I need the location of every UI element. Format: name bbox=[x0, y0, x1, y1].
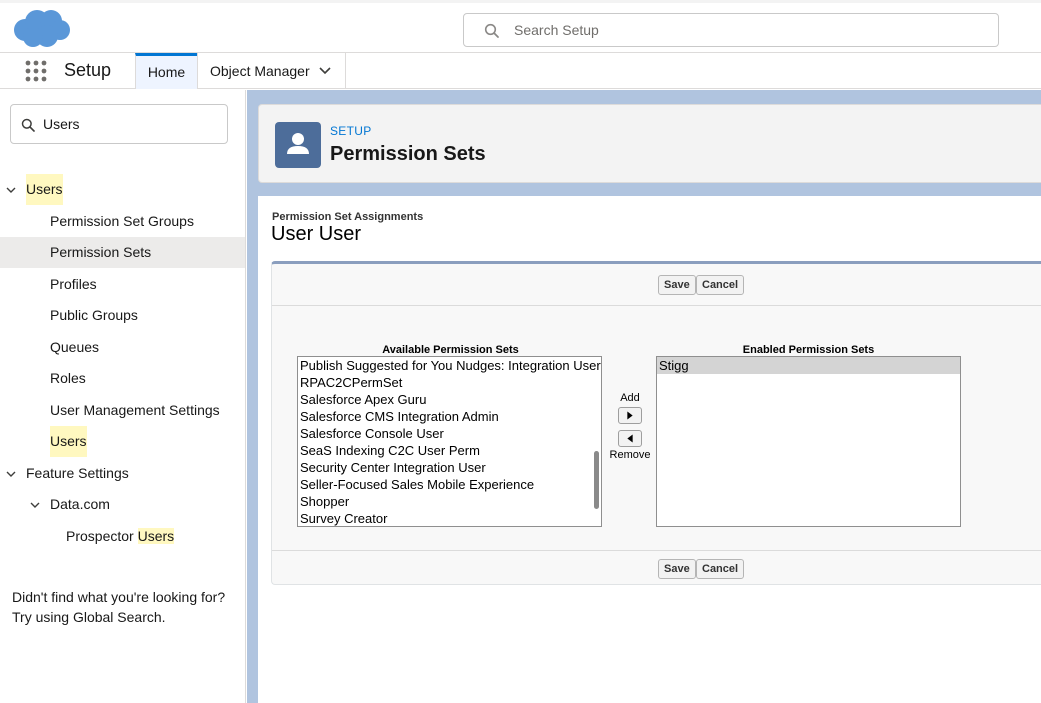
global-header bbox=[0, 0, 1041, 53]
salesforce-logo-icon[interactable] bbox=[11, 8, 71, 50]
tab-home[interactable]: Home bbox=[135, 53, 197, 89]
tree-section-feature-settings-label: Feature Settings bbox=[26, 465, 129, 481]
enabled-heading: Enabled Permission Sets bbox=[742, 344, 875, 356]
sidebar-item-public-groups[interactable]: Public Groups bbox=[0, 300, 245, 331]
list-option[interactable]: Salesforce Console User bbox=[298, 425, 601, 442]
section-title: User User bbox=[271, 223, 362, 245]
sidebar-item-permission-sets[interactable]: Permission Sets bbox=[0, 237, 245, 268]
sidebar-item-permission-set-groups[interactable]: Permission Set Groups bbox=[0, 206, 245, 237]
remove-label: Remove bbox=[609, 449, 651, 461]
list-option[interactable]: Stigg bbox=[657, 357, 960, 374]
top-button-row: Save Cancel bbox=[272, 264, 1041, 306]
sidebar-item-user-management-settings[interactable]: User Management Settings bbox=[0, 395, 245, 426]
list-option[interactable]: Security Center Integration User bbox=[298, 459, 601, 476]
cancel-button[interactable]: Cancel bbox=[696, 275, 745, 295]
tree-section-data-com-label: Data.com bbox=[50, 496, 110, 512]
list-option[interactable]: Shopper bbox=[298, 493, 601, 510]
list-option[interactable]: Salesforce Apex Guru bbox=[298, 391, 601, 408]
not-found-line-1: Didn't find what you're looking for? bbox=[12, 589, 226, 605]
sidebar-item-profiles[interactable]: Profiles bbox=[0, 269, 245, 300]
app-name: Setup bbox=[64, 60, 112, 80]
chevron-down-icon[interactable] bbox=[319, 67, 331, 75]
search-icon bbox=[21, 118, 35, 132]
list-option[interactable]: Survey Creator bbox=[298, 510, 601, 526]
available-heading: Available Permission Sets bbox=[382, 344, 519, 356]
sidebar-item-label: Public Groups bbox=[50, 307, 138, 323]
tab-object-manager-label: Object Manager bbox=[210, 63, 310, 79]
prospector-match: Users bbox=[137, 528, 175, 544]
quick-find-box[interactable] bbox=[10, 104, 228, 144]
list-option[interactable]: Seller-Focused Sales Mobile Experience bbox=[298, 476, 601, 493]
quick-find-input[interactable] bbox=[43, 105, 223, 143]
page-block: Save Cancel Available Permission Sets Pu… bbox=[271, 261, 1041, 585]
section-label: Permission Set Assignments bbox=[272, 211, 424, 223]
global-search-box[interactable] bbox=[463, 13, 999, 47]
bottom-button-row: Save Cancel bbox=[272, 550, 1041, 592]
global-search-input[interactable] bbox=[514, 14, 984, 46]
sidebar-item-roles[interactable]: Roles bbox=[0, 363, 245, 394]
tab-object-manager[interactable]: Object Manager bbox=[197, 53, 346, 89]
save-button[interactable]: Save bbox=[658, 275, 696, 295]
sidebar-item-label: Roles bbox=[50, 370, 86, 386]
available-list[interactable]: Publish Suggested for You Nudges: Integr… bbox=[297, 356, 602, 527]
page-header: SETUP Permission Sets bbox=[258, 104, 1041, 183]
tree-section-feature-settings[interactable]: Feature Settings bbox=[0, 458, 245, 489]
tree-section-users-label: Users bbox=[26, 174, 63, 205]
sidebar-item-label: User Management Settings bbox=[50, 402, 220, 418]
main-area: SETUP Permission Sets Permission Set Ass… bbox=[247, 90, 1041, 703]
user-icon bbox=[287, 133, 309, 154]
chevron-down-icon[interactable] bbox=[6, 185, 16, 195]
list-option[interactable]: Publish Suggested for You Nudges: Integr… bbox=[298, 357, 601, 374]
sidebar-item-label: Permission Set Groups bbox=[50, 213, 194, 229]
sidebar-item-queues[interactable]: Queues bbox=[0, 332, 245, 363]
cancel-button[interactable]: Cancel bbox=[696, 559, 745, 579]
scrollbar-thumb[interactable] bbox=[594, 451, 599, 509]
arrow-left-icon bbox=[627, 434, 633, 443]
save-button[interactable]: Save bbox=[658, 559, 696, 579]
search-icon bbox=[484, 23, 499, 38]
sidebar-item-label: Prospector Users bbox=[66, 521, 175, 552]
scrollbar[interactable] bbox=[592, 357, 601, 526]
tree-section-data-com[interactable]: Data.com bbox=[0, 489, 245, 520]
content-panel: Permission Set Assignments User User Sav… bbox=[258, 196, 1041, 703]
sidebar-item-label: Queues bbox=[50, 339, 100, 355]
list-option[interactable]: Salesforce CMS Integration Admin bbox=[298, 408, 601, 425]
add-label: Add bbox=[620, 392, 640, 404]
prospector-prefix: Prospector bbox=[66, 528, 138, 544]
app-launcher-icon[interactable] bbox=[25, 60, 47, 82]
sidebar-item-label: Users bbox=[50, 426, 87, 457]
enabled-list[interactable]: Stigg bbox=[656, 356, 961, 527]
list-option[interactable]: SeaS Indexing C2C User Perm bbox=[298, 442, 601, 459]
list-option[interactable]: RPAC2CPermSet bbox=[298, 374, 601, 391]
setup-sidebar: Users Permission Set Groups Permission S… bbox=[0, 90, 246, 703]
not-found-hint: Didn't find what you're looking for? Try… bbox=[12, 587, 225, 627]
not-found-line-2: Try using Global Search. bbox=[12, 609, 166, 625]
remove-button[interactable] bbox=[618, 430, 642, 447]
sidebar-item-prospector-users[interactable]: Prospector Users bbox=[0, 521, 245, 552]
add-button[interactable] bbox=[618, 407, 642, 424]
page-header-eyebrow: SETUP bbox=[330, 124, 372, 138]
sidebar-item-users[interactable]: Users bbox=[0, 426, 245, 457]
arrow-right-icon bbox=[627, 411, 633, 420]
page-title: Permission Sets bbox=[330, 143, 486, 165]
chevron-down-icon[interactable] bbox=[30, 500, 40, 510]
chevron-down-icon[interactable] bbox=[6, 469, 16, 479]
page-header-icon-tile bbox=[275, 122, 321, 168]
tree-section-users[interactable]: Users bbox=[0, 174, 245, 205]
context-navbar: Setup Home Object Manager bbox=[0, 53, 1041, 89]
sidebar-item-label: Profiles bbox=[50, 276, 97, 292]
sidebar-item-label: Permission Sets bbox=[50, 244, 152, 260]
